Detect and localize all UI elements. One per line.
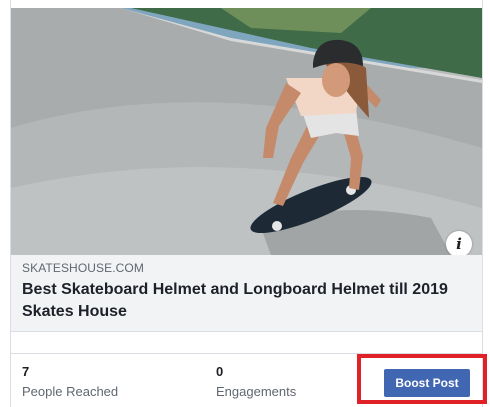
people-reached-label: People Reached bbox=[22, 384, 119, 399]
link-title[interactable]: Best Skateboard Helmet and Longboard Hel… bbox=[22, 279, 467, 323]
engagements-stat: 0 Engagements bbox=[216, 364, 296, 400]
link-image[interactable]: i bbox=[11, 8, 482, 255]
people-reached-value: 7 bbox=[22, 364, 30, 379]
engagements-label: Engagements bbox=[216, 384, 297, 399]
link-domain: SKATESHOUSE.COM bbox=[22, 261, 144, 275]
skatepark-photo bbox=[11, 8, 482, 255]
engagements-value: 0 bbox=[216, 364, 224, 379]
info-icon[interactable]: i bbox=[446, 231, 472, 255]
boost-post-button[interactable]: Boost Post bbox=[384, 369, 470, 397]
people-reached-stat: 7 People Reached bbox=[22, 364, 118, 400]
post-card: i SKATESHOUSE.COM Best Skateboard Helmet… bbox=[10, 0, 483, 407]
divider bbox=[11, 332, 482, 354]
link-preview[interactable]: SKATESHOUSE.COM Best Skateboard Helmet a… bbox=[11, 255, 482, 332]
